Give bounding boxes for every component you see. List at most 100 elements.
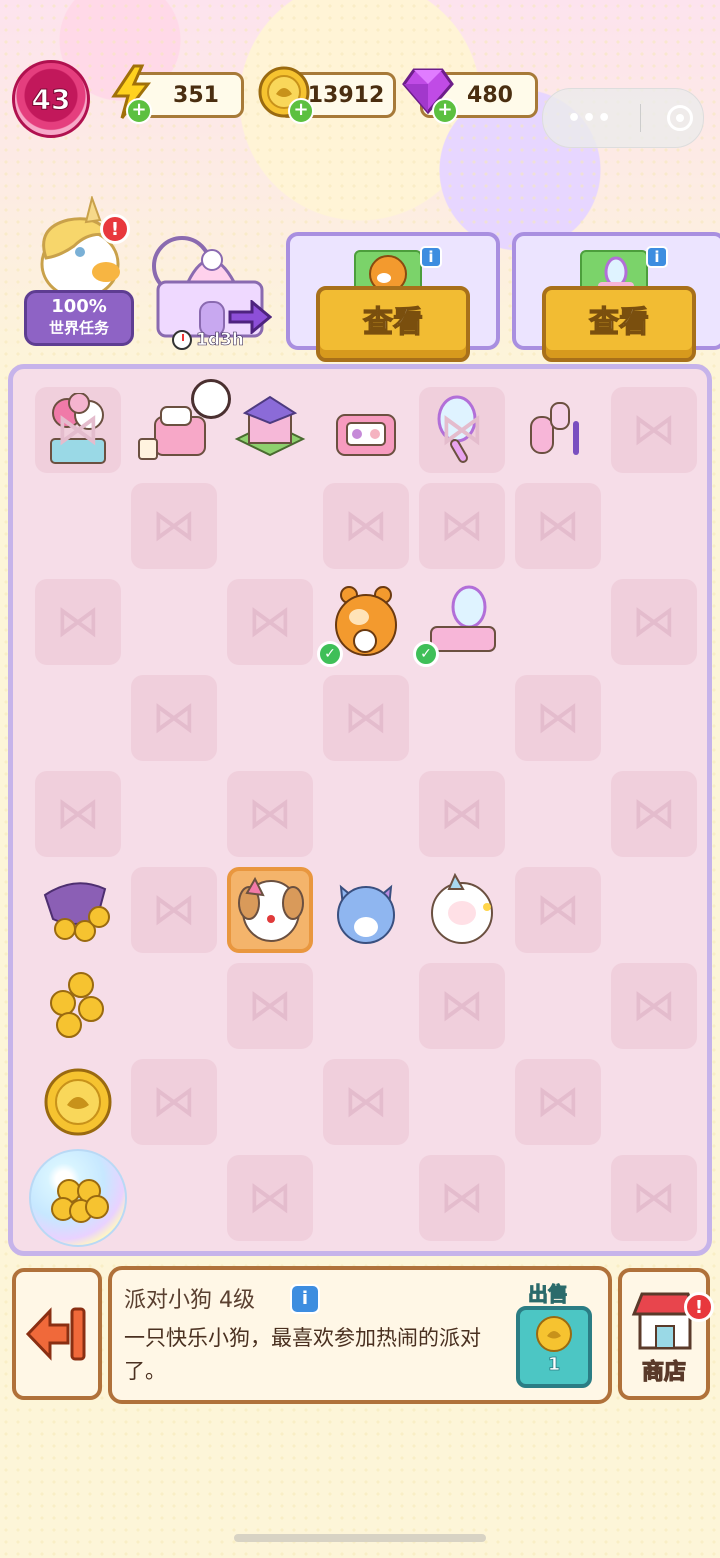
board-cell[interactable] (323, 867, 409, 953)
board-cell[interactable] (323, 483, 409, 569)
world-task-alert-icon: ! (100, 214, 130, 244)
board-cell[interactable] (515, 1155, 601, 1241)
board-cell[interactable] (131, 963, 217, 1049)
board-cell[interactable] (35, 867, 121, 953)
board-cell[interactable] (419, 771, 505, 857)
board-cell[interactable] (611, 483, 697, 569)
board-cell[interactable] (515, 963, 601, 1049)
board-cell[interactable] (419, 483, 505, 569)
board-cell[interactable] (515, 387, 601, 473)
gem-value: 480 (467, 82, 513, 108)
world-task-percent: 100% (51, 296, 107, 317)
shop-alert-icon: ! (684, 1292, 714, 1322)
coin-value: 13912 (307, 82, 385, 108)
board-cell[interactable] (227, 483, 313, 569)
item-title: 派对小狗 4级 (124, 1288, 255, 1313)
board-cell[interactable] (515, 579, 601, 665)
blue-cat-icon (337, 884, 395, 944)
board-cell[interactable] (35, 579, 121, 665)
coin-icon (44, 1068, 112, 1136)
view-order-button-2[interactable]: 查看 (542, 286, 696, 362)
sheep-icon (431, 873, 493, 944)
board-cell[interactable] (131, 675, 217, 761)
shop-label: 商店 (641, 1359, 686, 1385)
energy-plus-icon[interactable]: + (126, 98, 152, 124)
order-info-icon[interactable]: i (646, 246, 668, 268)
board-cell[interactable] (131, 771, 217, 857)
board-cell[interactable] (35, 963, 121, 1049)
exit-arrow-icon (25, 1307, 86, 1361)
board-cell[interactable] (419, 1059, 505, 1145)
world-task-button[interactable]: 100% 世界任务 (24, 290, 134, 346)
board-cell[interactable] (35, 483, 121, 569)
order-info-icon[interactable]: i (420, 246, 442, 268)
board-cell[interactable] (131, 483, 217, 569)
hand-mirror-icon (437, 395, 477, 463)
board-cell[interactable] (131, 1155, 217, 1241)
board-cell[interactable]: ✓ (413, 579, 505, 667)
board-cell[interactable] (515, 771, 601, 857)
board-cell[interactable] (611, 867, 697, 953)
board-cell[interactable] (323, 963, 409, 1049)
board-cell[interactable] (227, 963, 313, 1049)
coin-plus-icon[interactable]: + (288, 98, 314, 124)
board-cell[interactable] (611, 1059, 697, 1145)
sell-label: 出售 (528, 1282, 569, 1307)
world-task-label: 世界任务 (48, 319, 109, 337)
board-cell[interactable] (227, 1059, 313, 1145)
board-cell[interactable] (227, 579, 313, 665)
coin-stack-icon (50, 972, 104, 1038)
shop-button[interactable]: 商店 (618, 1268, 710, 1400)
board-cell[interactable] (419, 867, 505, 953)
item-info-icon[interactable]: i (290, 1284, 320, 1314)
board-cell[interactable] (323, 1059, 409, 1145)
board-cell[interactable] (227, 771, 313, 857)
capsule-divider (640, 104, 642, 132)
board-cell[interactable] (227, 1155, 313, 1241)
board-cell[interactable]: ✓ (317, 579, 409, 667)
board-cell[interactable] (611, 1155, 697, 1241)
board-cell-selected[interactable] (227, 867, 313, 953)
board-cell[interactable] (611, 579, 697, 665)
board-cell[interactable] (131, 579, 217, 665)
board-cell[interactable] (35, 1059, 121, 1145)
board-cell[interactable] (227, 675, 313, 761)
sell-price: 1 (547, 1354, 561, 1376)
board-cell[interactable] (515, 1059, 601, 1145)
board-cell[interactable] (227, 387, 313, 473)
board-cell[interactable] (515, 483, 601, 569)
board-cell[interactable] (35, 675, 121, 761)
board-cell[interactable] (323, 675, 409, 761)
board-cell[interactable] (611, 963, 697, 1049)
board-cell[interactable] (611, 675, 697, 761)
board-cell[interactable] (515, 675, 601, 761)
board-cell[interactable] (515, 867, 601, 953)
home-indicator[interactable] (234, 1534, 486, 1542)
close-target-icon[interactable] (667, 105, 694, 131)
exit-button[interactable] (12, 1268, 102, 1400)
board-cell[interactable] (419, 387, 505, 473)
player-level-badge[interactable]: 43 (12, 60, 90, 138)
item-description: 一只快乐小狗，最喜欢参加热闹的派对了。 (124, 1326, 481, 1383)
board-cell[interactable] (323, 387, 409, 473)
board-cell[interactable] (29, 1149, 127, 1247)
sell-button[interactable]: 1 (516, 1306, 592, 1388)
board-cell[interactable] (323, 1155, 409, 1241)
board-cell[interactable] (419, 963, 505, 1049)
coin-icon (536, 1316, 572, 1352)
merge-board: ✓ ✓ (8, 364, 712, 1256)
board-cell[interactable] (35, 771, 121, 857)
board-cell[interactable] (323, 771, 409, 857)
view-order-button-1[interactable]: 查看 (316, 286, 470, 362)
board-cell[interactable] (611, 387, 697, 473)
gem-plus-icon[interactable]: + (432, 98, 458, 124)
check-icon: ✓ (413, 641, 439, 667)
more-menu-icon[interactable]: ••• (567, 106, 612, 131)
board-cell[interactable] (419, 675, 505, 761)
board-cell[interactable] (35, 387, 121, 473)
board-cell[interactable] (419, 1155, 505, 1241)
board-cell[interactable] (611, 771, 697, 857)
board-cell[interactable] (131, 1059, 217, 1145)
board-cell[interactable] (131, 867, 217, 953)
hair-roller-icon (530, 402, 579, 455)
